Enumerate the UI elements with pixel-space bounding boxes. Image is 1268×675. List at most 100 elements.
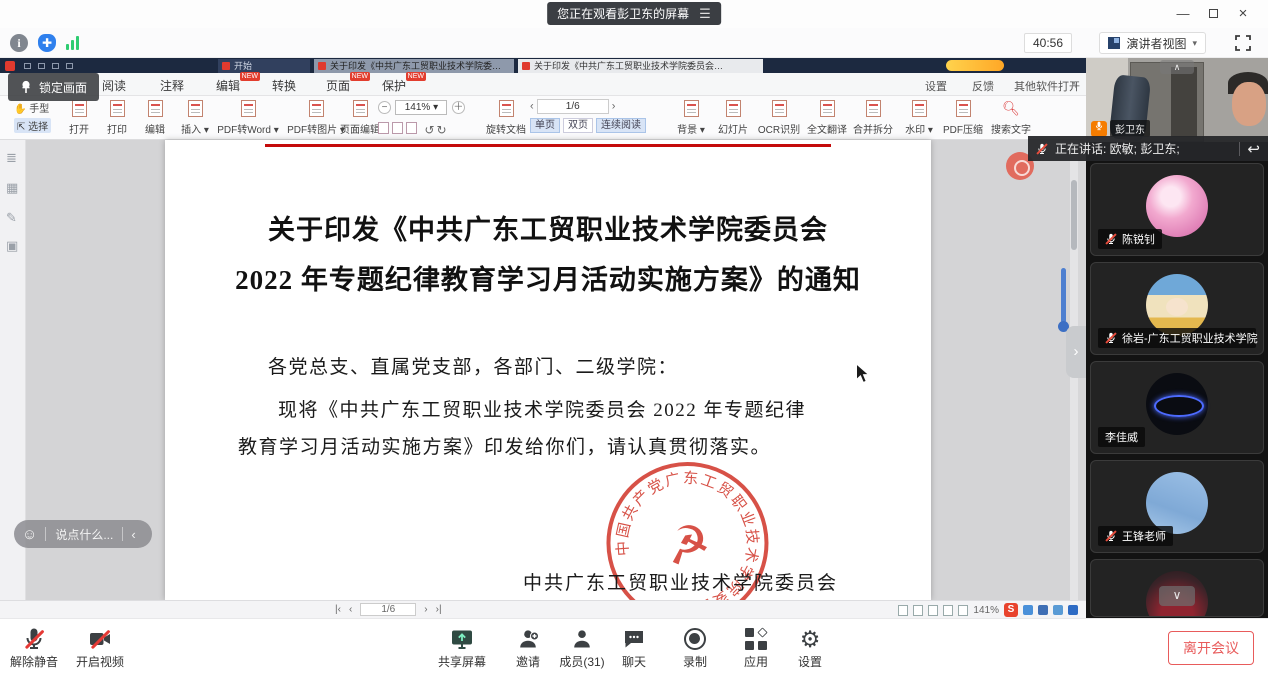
sidebar-collapse-handle[interactable]: ›: [1066, 326, 1086, 378]
ribbon-tab-page[interactable]: 页面NEW: [326, 77, 350, 94]
background-button[interactable]: 背景 ▾: [668, 98, 714, 138]
document-area: 关于印发《中共广东工贸职业技术学院委员会 2022 年专题纪律教育学习月活动实施…: [26, 140, 1078, 600]
attachment-panel-icon[interactable]: ▣: [6, 238, 18, 254]
settings-button[interactable]: ⚙ 设置: [778, 626, 842, 670]
ime-tray-icon[interactable]: [1038, 605, 1048, 615]
prev-page-icon[interactable]: ‹: [349, 604, 352, 615]
slides-button[interactable]: 幻灯片: [710, 98, 756, 138]
share-screen-button[interactable]: 共享屏幕: [430, 626, 494, 670]
participant-tile[interactable]: 李佳威: [1090, 361, 1264, 454]
actual-size-icon[interactable]: [406, 122, 417, 134]
ime-logo-icon[interactable]: S: [1004, 603, 1018, 617]
unmute-button[interactable]: 解除静音: [2, 626, 66, 670]
search-text-button[interactable]: 🔍︎搜索文字: [984, 98, 1038, 138]
annotation-panel-icon[interactable]: ✎: [6, 210, 17, 226]
fit-page-icon[interactable]: [378, 122, 389, 134]
layout-icon[interactable]: [958, 605, 968, 616]
banner-menu-icon[interactable]: ☰: [699, 6, 711, 22]
ocr-button[interactable]: OCR识别: [752, 98, 806, 138]
ribbon-tab-convert[interactable]: 转换: [272, 77, 296, 94]
leave-meeting-button[interactable]: 离开会议: [1168, 631, 1254, 665]
reply-arrow-icon[interactable]: ↩: [1247, 140, 1260, 158]
ime-tray-icon[interactable]: [1068, 605, 1078, 615]
hand-tool[interactable]: ✋ 手型: [14, 100, 49, 115]
new-badge: NEW: [406, 72, 426, 81]
ribbon-settings[interactable]: 设置: [925, 78, 947, 94]
select-tool[interactable]: ⇱ 选择: [14, 118, 51, 133]
prev-page-icon[interactable]: ‹: [530, 100, 534, 112]
layout-icon[interactable]: [898, 605, 908, 616]
next-page-icon[interactable]: ›: [424, 604, 427, 615]
first-page-icon[interactable]: |‹: [335, 604, 341, 615]
participant-tile[interactable]: 王锋老师: [1090, 460, 1264, 553]
thumbnail-panel-icon[interactable]: ▦: [6, 180, 18, 196]
promo-badge[interactable]: [946, 60, 1004, 71]
scroll-down-button[interactable]: ∨: [1159, 586, 1195, 606]
compress-button[interactable]: PDF压缩: [936, 98, 990, 138]
tab-document[interactable]: 关于印发《中共广东工贸职业技术学院委员会…: [314, 59, 514, 73]
document-page[interactable]: 关于印发《中共广东工贸职业技术学院委员会 2022 年专题纪律教育学习月活动实施…: [165, 140, 931, 600]
view-single-page[interactable]: 单页: [530, 118, 560, 133]
video-collapse-handle[interactable]: ∧: [1160, 60, 1194, 74]
ribbon-tab-protect[interactable]: 保护NEW: [382, 77, 406, 94]
close-button[interactable]: ×: [1228, 3, 1258, 25]
view-double-page[interactable]: 双页: [563, 118, 593, 133]
quick-undo-icon[interactable]: [52, 63, 59, 69]
view-continuous[interactable]: 连续阅读: [596, 118, 646, 133]
rotate-right-icon[interactable]: ↻: [437, 123, 447, 137]
layout-icon[interactable]: [913, 605, 923, 616]
zoom-value[interactable]: 141% ▾: [395, 100, 447, 115]
quick-redo-icon[interactable]: [66, 63, 73, 69]
chat-button[interactable]: 聊天: [602, 626, 666, 670]
page-indicator[interactable]: 1/6: [537, 99, 609, 114]
presenter-video-tile[interactable]: ∧ 彭卫东: [1086, 58, 1268, 142]
rotate-doc-button[interactable]: 旋转文档: [480, 98, 532, 138]
minimize-button[interactable]: —: [1168, 3, 1198, 25]
participant-tile[interactable]: 陈锐钊: [1090, 163, 1264, 256]
tab-document-active[interactable]: 关于印发《中共广东工贸职业技术学院委员会…: [518, 59, 763, 73]
restore-button[interactable]: [1198, 3, 1228, 25]
security-shield-icon[interactable]: ✚: [38, 34, 56, 52]
ribbon-tab-read[interactable]: 阅读: [102, 77, 126, 94]
viewing-banner[interactable]: 您正在观看彭卫东的屏幕 ☰: [547, 2, 721, 25]
record-button[interactable]: 录制: [663, 626, 727, 670]
quick-save-icon[interactable]: [24, 63, 31, 69]
pdf-to-word-button[interactable]: PDF转Word ▾: [216, 98, 280, 138]
zoom-out-button[interactable]: −: [378, 101, 391, 114]
tab-home[interactable]: 开始: [218, 59, 310, 73]
quick-chat-placeholder[interactable]: 说点什么...: [55, 526, 113, 543]
quick-chat-bar[interactable]: ☺ 说点什么... ‹: [14, 520, 152, 548]
layout-icon[interactable]: [928, 605, 938, 616]
fullscreen-icon[interactable]: [1234, 34, 1252, 52]
emoji-icon[interactable]: ☺: [22, 526, 37, 543]
rotate-left-icon[interactable]: ↺: [424, 123, 434, 137]
layout-icon[interactable]: [943, 605, 953, 616]
ribbon-tab-edit[interactable]: 编辑NEW: [216, 77, 240, 94]
scrollbar-thumb[interactable]: [1071, 180, 1077, 250]
lock-view-tooltip[interactable]: 锁定画面: [8, 73, 99, 101]
ime-tray-icon[interactable]: [1053, 605, 1063, 615]
participant-tile[interactable]: 徐岩-广东工贸职业技术学院: [1090, 262, 1264, 355]
quick-print-icon[interactable]: [38, 63, 45, 69]
layout-view-button[interactable]: 演讲者视图 ▾: [1099, 32, 1206, 54]
muted-mic-icon: [1105, 332, 1117, 344]
merge-split-button[interactable]: 合并拆分: [846, 98, 900, 138]
start-video-button[interactable]: 开启视频: [68, 626, 132, 670]
participant-name-label: 王锋老师: [1098, 526, 1173, 546]
ribbon-tab-annotate[interactable]: 注释: [160, 77, 184, 94]
network-signal-icon[interactable]: [66, 35, 84, 50]
last-page-icon[interactable]: ›|: [436, 604, 442, 615]
ime-tray-icon[interactable]: [1023, 605, 1033, 615]
next-page-icon[interactable]: ›: [612, 100, 616, 112]
meeting-info-icon[interactable]: i: [10, 34, 28, 52]
fit-width-icon[interactable]: [392, 122, 403, 134]
ribbon-collapse-icon[interactable]: ∧: [1070, 78, 1078, 91]
zoom-in-button[interactable]: ＋: [452, 101, 465, 114]
scroll-position-marker[interactable]: [1061, 268, 1066, 323]
participant-tile[interactable]: ∨: [1090, 559, 1264, 617]
insert-button[interactable]: 插入 ▾: [172, 98, 218, 138]
status-page-indicator[interactable]: 1/6: [360, 603, 416, 616]
outline-panel-icon[interactable]: ≣: [6, 150, 17, 166]
collapse-left-icon[interactable]: ‹: [131, 527, 135, 542]
ribbon-feedback[interactable]: 反馈: [972, 78, 994, 94]
